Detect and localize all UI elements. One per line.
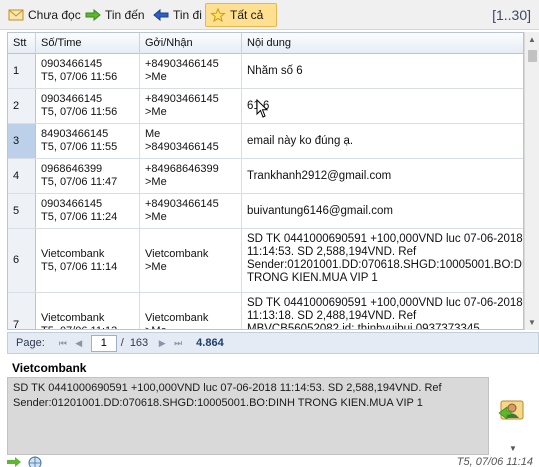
row-content: SD TK 0441000690591 +100,000VND luc 07-0… xyxy=(247,297,523,330)
grid-header: Stt Số/Time Gởi/Nhận Nội dung xyxy=(8,33,523,54)
mouse-cursor-icon xyxy=(256,99,269,118)
arrow-right-green-icon xyxy=(85,8,101,22)
row-content: email này ko đúng ạ. xyxy=(247,134,354,147)
row-sender-receiver: Me >84903466145 xyxy=(140,124,242,158)
row-sender-receiver: Vietcombank >Me xyxy=(140,229,242,292)
table-row[interactable]: 5 0903466145 T5, 07/06 11:24 +8490346614… xyxy=(8,194,523,229)
previous-page-icon[interactable]: ◀ xyxy=(71,338,87,349)
message-toolbar: Chưa đọc Tin đến Tin đi Tất cả [1..30] xyxy=(0,0,539,30)
row-stt: 3 xyxy=(8,124,36,158)
row-stt: 5 xyxy=(8,194,36,228)
globe-icon xyxy=(28,456,42,467)
detail-scroll-down-icon[interactable]: ▼ xyxy=(509,444,517,453)
detail-sender-title: Vietcombank xyxy=(12,361,87,375)
scroll-down-icon[interactable]: ▼ xyxy=(528,318,536,327)
row-sender-receiver: +84903466145 >Me xyxy=(140,54,242,88)
row-number-time: Vietcombank T5, 07/06 11:14 xyxy=(36,229,140,292)
all-button[interactable]: Tất cả xyxy=(205,3,277,27)
row-number-time: 0968646399 T5, 07/06 11:47 xyxy=(36,159,140,193)
unread-label: Chưa đọc xyxy=(28,8,81,22)
column-header-content[interactable]: Nội dung xyxy=(242,33,523,54)
page-number-input[interactable]: 1 xyxy=(90,334,117,352)
message-grid[interactable]: Stt Số/Time Gởi/Nhận Nội dung 1 09034661… xyxy=(7,32,524,330)
pager-bar: Page: ⏮ ◀ 1 / 163 ▶ ⏭ 4.864 xyxy=(7,332,539,354)
outgoing-button[interactable]: Tin đi xyxy=(148,3,207,27)
row-sender-receiver: +84903466145 >Me xyxy=(140,89,242,123)
column-header-number-time[interactable]: Số/Time xyxy=(36,33,140,54)
row-content: SD TK 0441000690591 +100,000VND luc 07-0… xyxy=(247,233,524,284)
scrollbar-thumb[interactable] xyxy=(528,50,537,62)
table-row[interactable]: 4 0968646399 T5, 07/06 11:47 +8496864639… xyxy=(8,159,523,194)
unread-button[interactable]: Chưa đọc xyxy=(3,3,86,27)
row-sender-receiver: +84903466145 >Me xyxy=(140,194,242,228)
column-header-stt[interactable]: Stt xyxy=(8,33,36,54)
grid-vertical-scrollbar[interactable]: ▲ ▼ xyxy=(524,32,539,330)
page-total: 163 xyxy=(129,337,149,349)
mail-envelope-icon xyxy=(8,9,24,21)
row-content: Trankhanh2912@gmail.com xyxy=(247,169,392,182)
star-icon xyxy=(210,8,226,22)
column-header-sender-receiver[interactable]: Gởi/Nhận xyxy=(140,33,242,54)
incoming-label: Tin đến xyxy=(105,8,145,22)
row-number-time: 0903466145 T5, 07/06 11:56 xyxy=(36,54,140,88)
row-number-time: 84903466145 T5, 07/06 11:55 xyxy=(36,124,140,158)
detail-timestamp: T5, 07/06 11:14 xyxy=(456,456,533,467)
first-page-icon[interactable]: ⏮ xyxy=(55,338,71,349)
last-page-icon[interactable]: ⏭ xyxy=(170,338,186,349)
message-range-counter: [1..30] xyxy=(492,7,531,23)
table-row[interactable]: 7 Vietcombank T5, 07/06 11:13 Vietcomban… xyxy=(8,293,523,330)
row-stt: 6 xyxy=(8,229,36,292)
arrow-left-blue-icon xyxy=(153,8,169,22)
detail-footer: T5, 07/06 11:14 xyxy=(0,456,539,467)
incoming-button[interactable]: Tin đến xyxy=(80,3,150,27)
row-sender-receiver: +84968646399 >Me xyxy=(140,159,242,193)
row-stt: 2 xyxy=(8,89,36,123)
row-content: buivantung6146@gmail.com xyxy=(247,204,393,217)
row-number-time: Vietcombank T5, 07/06 11:13 xyxy=(36,293,140,329)
row-stt: 7 xyxy=(8,293,36,329)
next-page-icon[interactable]: ▶ xyxy=(154,338,170,349)
page-separator: / xyxy=(120,337,124,349)
all-label: Tất cả xyxy=(230,8,264,22)
row-stt: 4 xyxy=(8,159,36,193)
row-content: 61 6 xyxy=(247,99,270,112)
row-content: Nhăm số 6 xyxy=(247,64,303,77)
row-number-time: 0903466145 T5, 07/06 11:24 xyxy=(36,194,140,228)
incoming-arrow-icon xyxy=(7,457,21,467)
row-sender-receiver: Vietcombank >Me xyxy=(140,293,242,329)
table-row[interactable]: 1 0903466145 T5, 07/06 11:56 +8490346614… xyxy=(8,54,523,89)
row-number-time: 0903466145 T5, 07/06 11:56 xyxy=(36,89,140,123)
outgoing-label: Tin đi xyxy=(173,8,202,22)
pager-label: Page: xyxy=(16,337,45,349)
scroll-up-icon[interactable]: ▲ xyxy=(528,35,536,44)
row-stt: 1 xyxy=(8,54,36,88)
table-row[interactable]: 3 84903466145 T5, 07/06 11:55 Me >849034… xyxy=(8,124,523,159)
table-row[interactable]: 6 Vietcombank T5, 07/06 11:14 Vietcomban… xyxy=(8,229,523,293)
record-count: 4.864 xyxy=(196,337,224,349)
detail-message-body[interactable]: SD TK 0441000690591 +100,000VND luc 07-0… xyxy=(7,377,489,455)
contact-card-icon[interactable] xyxy=(497,395,527,425)
